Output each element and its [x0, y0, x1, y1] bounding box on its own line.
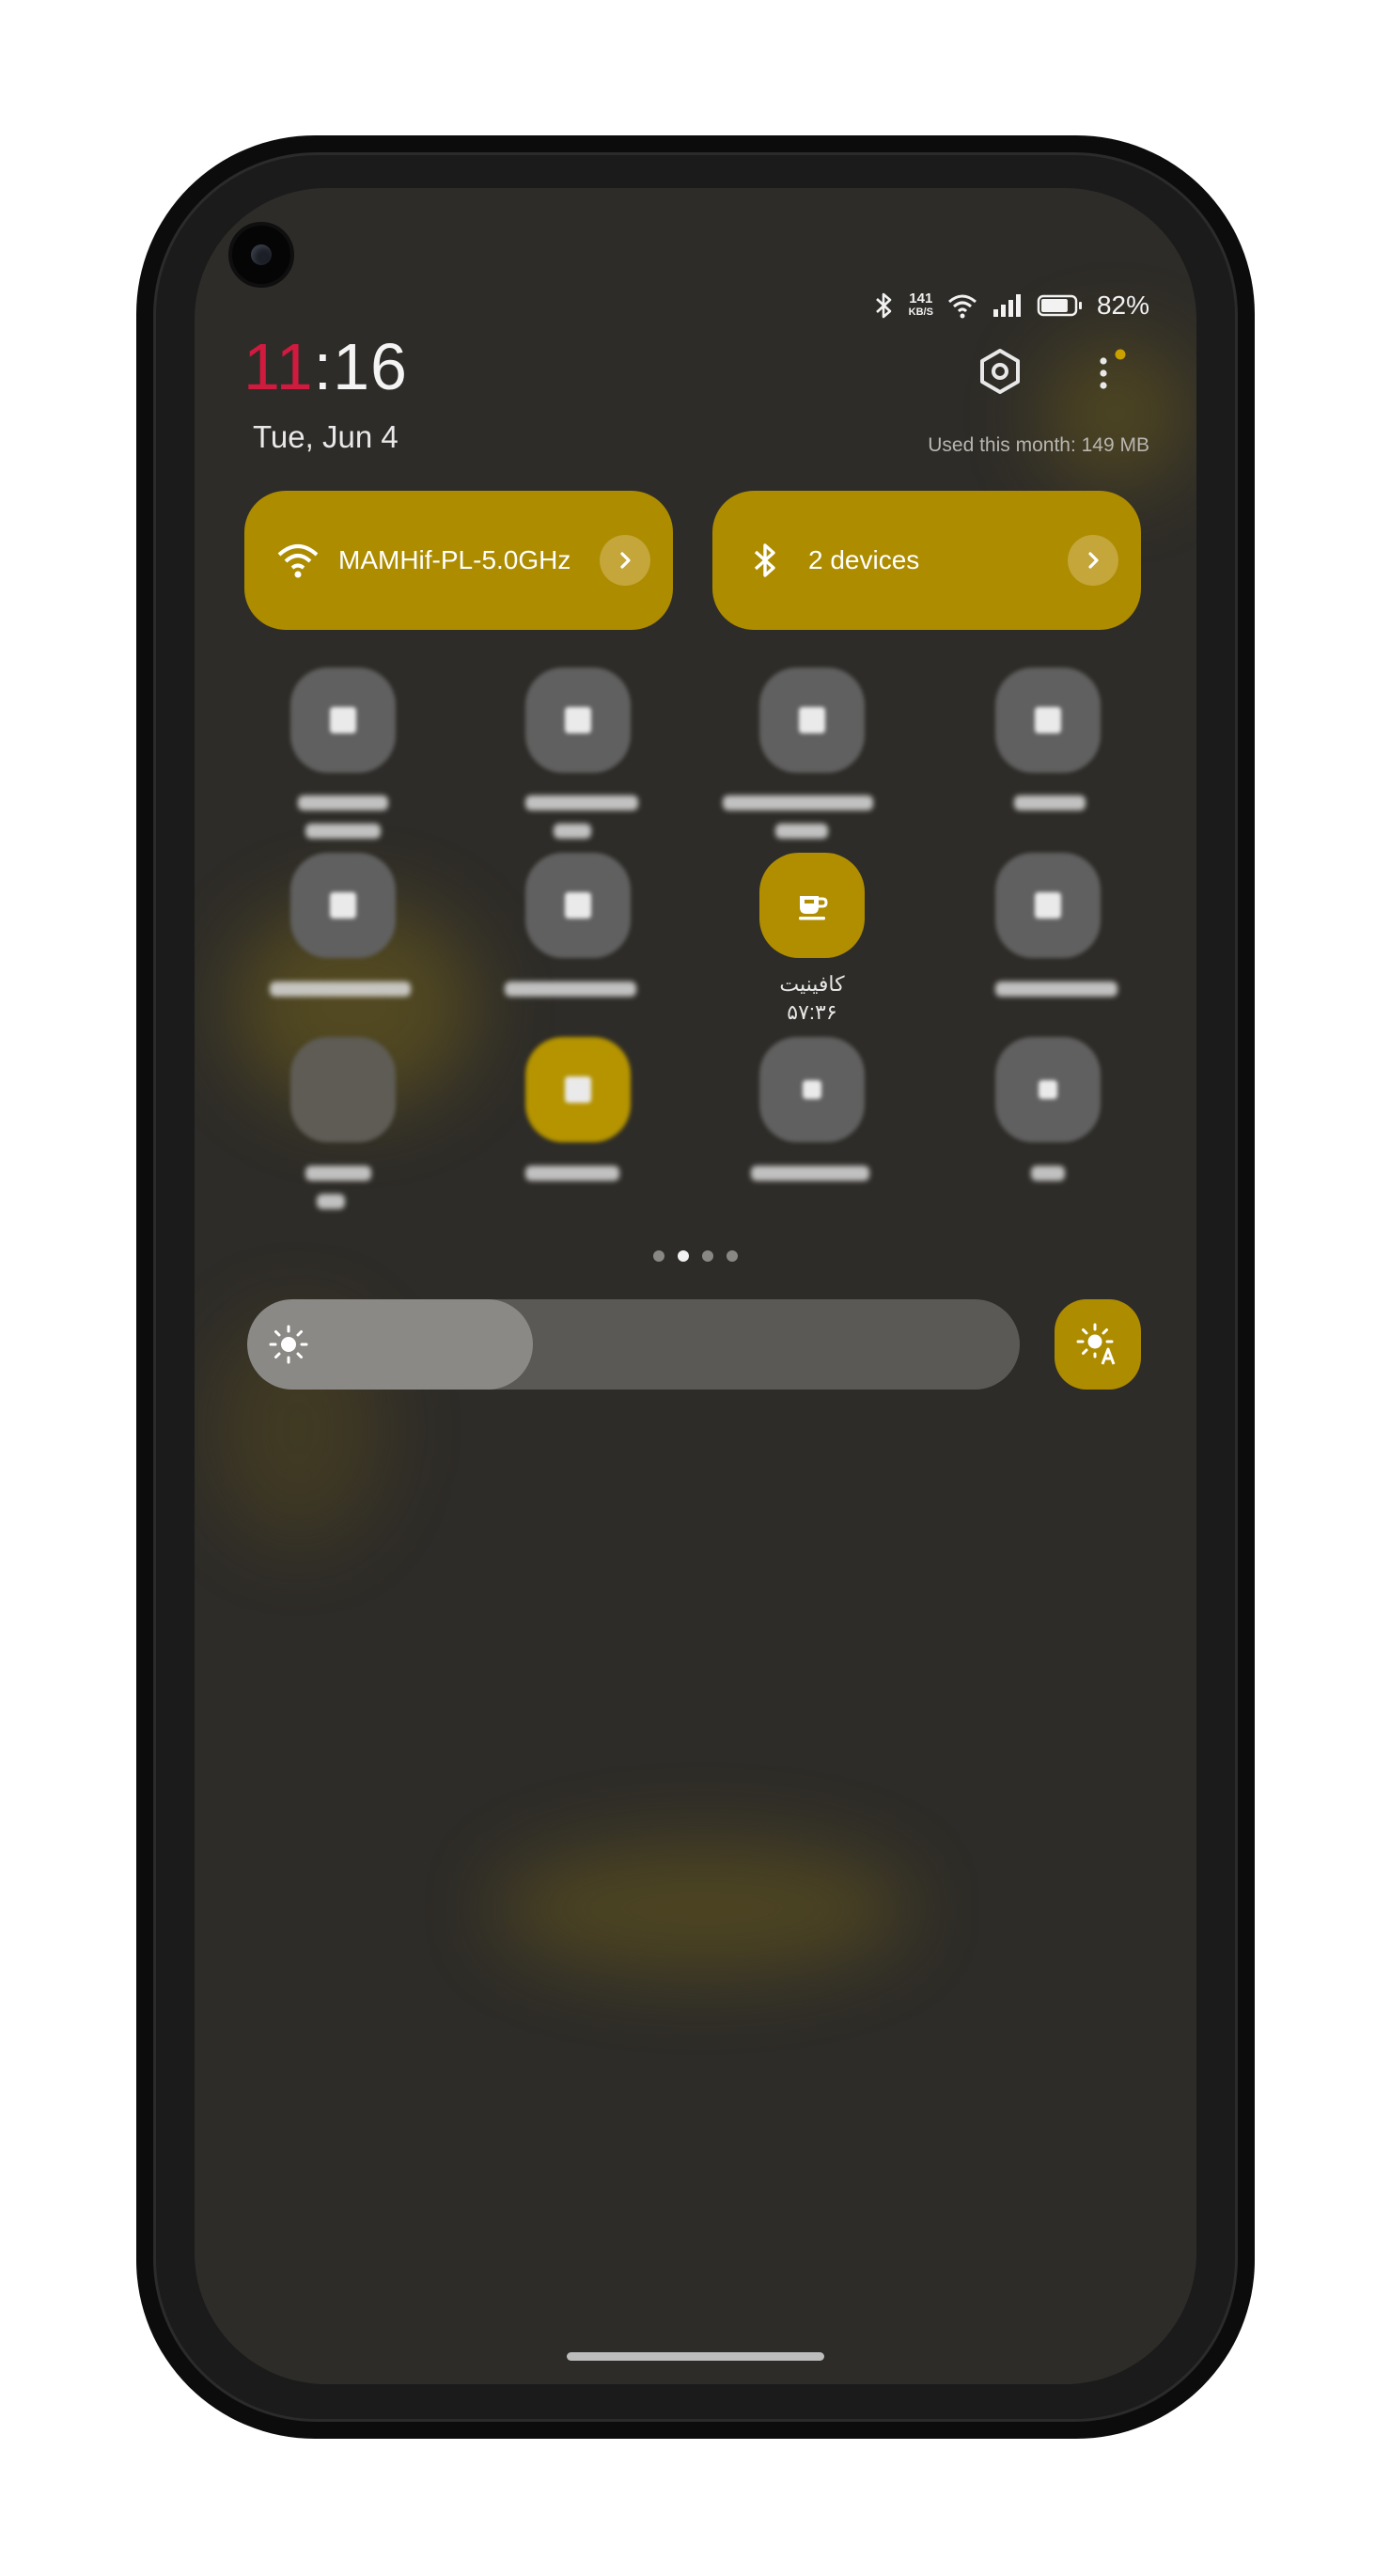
caffeine-tile[interactable] — [759, 853, 865, 958]
tile-label-redacted — [305, 824, 381, 839]
page-dot[interactable] — [653, 1250, 664, 1262]
quick-tile-10[interactable] — [525, 1037, 631, 1142]
gear-icon[interactable] — [975, 346, 1025, 397]
tile-label-redacted — [270, 982, 411, 997]
quick-settings-panel: 141 KB/S 82% 11:16 Tue, Jun 4 Used this m… — [195, 188, 1196, 2384]
status-bar: 141 KB/S 82% — [873, 287, 1149, 324]
brightness-slider[interactable] — [247, 1299, 1020, 1390]
chevron-right-icon — [620, 552, 631, 569]
auto-brightness-icon — [1076, 1323, 1116, 1365]
wifi-icon — [947, 294, 977, 319]
cellular-signal-icon — [992, 294, 1021, 317]
tile-label-redacted — [1014, 795, 1086, 810]
data-usage-label: Used this month: 149 MB — [928, 434, 1149, 456]
page-indicator — [195, 1250, 1196, 1262]
clock-hour: 11 — [243, 330, 314, 403]
tile-label-redacted — [1031, 1166, 1065, 1181]
page-dot[interactable] — [702, 1250, 713, 1262]
sun-icon — [269, 1325, 308, 1364]
quick-tile-11[interactable] — [759, 1037, 865, 1142]
tile-label-redacted — [775, 824, 828, 839]
tile-label-redacted — [995, 982, 1117, 997]
page-dot-active[interactable] — [678, 1250, 689, 1262]
quick-tile-6[interactable] — [525, 853, 631, 958]
tile-label-redacted — [298, 795, 388, 810]
bluetooth-icon — [754, 543, 775, 577]
clock-minutes: :16 — [313, 330, 408, 403]
quick-tile-8[interactable] — [995, 853, 1101, 958]
wifi-details-button[interactable] — [600, 535, 650, 586]
quick-tile-12[interactable] — [995, 1037, 1101, 1142]
tile-label-redacted — [305, 1166, 371, 1181]
front-camera — [228, 222, 294, 288]
tile-label-redacted — [317, 1194, 345, 1209]
quick-tile-2[interactable] — [525, 668, 631, 773]
wifi-icon — [277, 544, 319, 578]
tile-label-redacted — [554, 824, 591, 839]
caffeine-timer: ۵۷:۳۶ — [787, 1000, 837, 1024]
chevron-right-icon — [1088, 552, 1099, 569]
coffee-cup-icon — [799, 896, 828, 920]
tile-label-redacted — [723, 795, 873, 810]
battery-icon — [1037, 294, 1082, 317]
bluetooth-toggle[interactable]: 2 devices — [712, 491, 1141, 630]
bluetooth-details-button[interactable] — [1068, 535, 1118, 586]
caffeine-title: کافینیت — [779, 972, 845, 996]
bluetooth-devices-label: 2 devices — [808, 545, 920, 574]
battery-percent: 82% — [1096, 291, 1149, 320]
tile-label-redacted — [525, 795, 638, 810]
bluetooth-icon — [875, 292, 891, 319]
home-indicator[interactable] — [567, 2352, 824, 2361]
tile-label-redacted — [525, 1166, 619, 1181]
tile-label-redacted — [505, 982, 636, 997]
clock: 11:16 — [243, 329, 408, 404]
tile-label-redacted — [751, 1166, 869, 1181]
quick-tile-3[interactable] — [759, 668, 865, 773]
notification-dot — [1115, 349, 1126, 360]
network-speed: 141 KB/S — [908, 291, 933, 318]
wifi-network-name: MAMHif-PL-5.0GHz — [338, 545, 571, 574]
caffeine-tile-label: کافینیت ۵۷:۳۶ — [718, 970, 906, 1027]
date-label: Tue, Jun 4 — [253, 419, 399, 454]
quick-tile-4[interactable] — [995, 668, 1101, 773]
page-dot[interactable] — [727, 1250, 738, 1262]
more-vertical-icon[interactable] — [1092, 348, 1130, 399]
wifi-toggle[interactable]: MAMHif-PL-5.0GHz — [244, 491, 673, 630]
quick-tile-1[interactable] — [290, 668, 396, 773]
auto-brightness-button[interactable] — [1055, 1299, 1141, 1390]
quick-tile-9[interactable] — [290, 1037, 396, 1142]
quick-tile-5[interactable] — [290, 853, 396, 958]
